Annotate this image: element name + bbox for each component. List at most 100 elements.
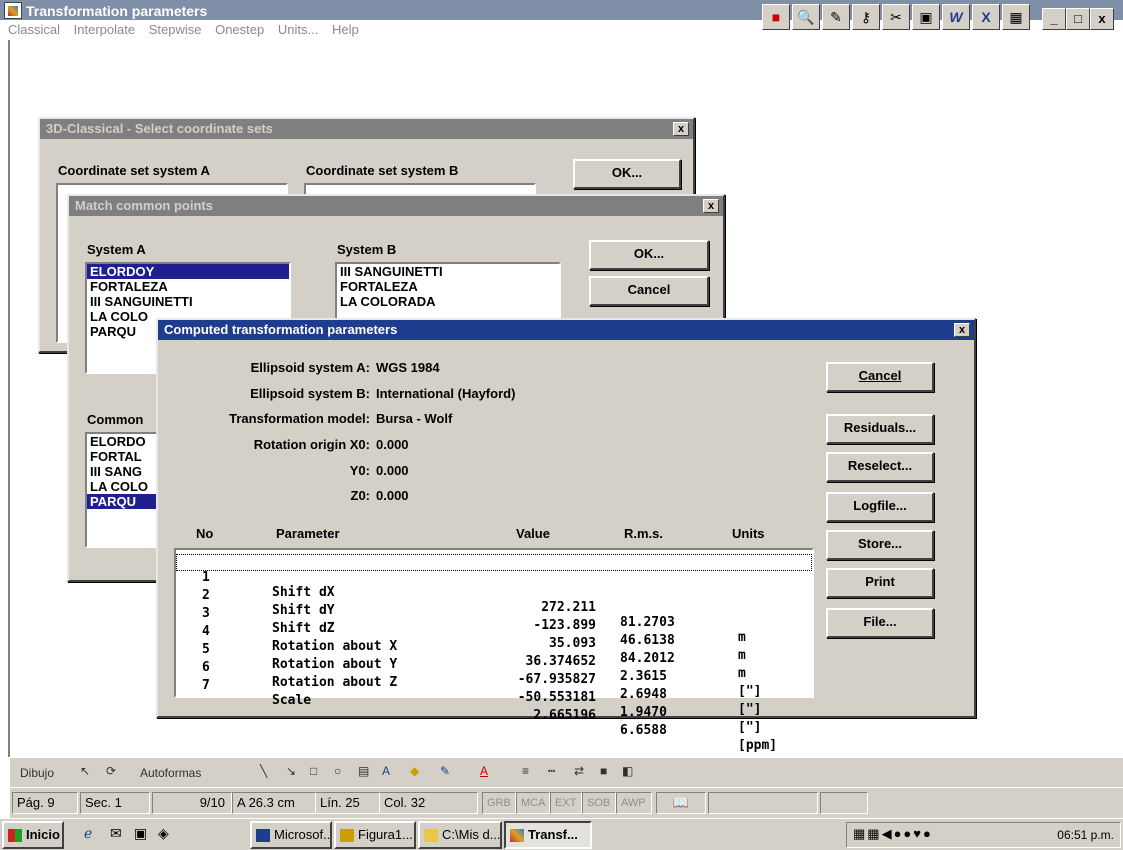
autoformas-menu[interactable]: Autoformas [140, 766, 201, 780]
origin-x0-label: Rotation origin X0: [253, 437, 370, 452]
line-style-icon[interactable]: ≡ [522, 764, 529, 778]
select-dialog-close-button[interactable]: x [673, 122, 689, 136]
menu-classical[interactable]: Classical [8, 22, 60, 37]
list-item[interactable]: FORTALEZA [337, 279, 559, 294]
computed-dialog-close-button[interactable]: x [954, 323, 970, 337]
cell-units: ["] [738, 702, 762, 717]
fill-color-icon[interactable]: ◆ [410, 764, 419, 778]
computed-cancel-button[interactable]: Cancel [826, 362, 934, 392]
select-dialog-ok-button[interactable]: OK... [573, 159, 681, 189]
select-dialog-title: 3D-Classical - Select coordinate sets [46, 121, 273, 136]
computed-dialog-titlebar[interactable]: Computed transformation parameters x [158, 320, 974, 340]
menu-help[interactable]: Help [332, 22, 359, 37]
ellipsoid-a-value: WGS 1984 [376, 360, 440, 375]
store-button[interactable]: Store... [826, 530, 934, 560]
3d-icon[interactable]: ◧ [622, 764, 633, 778]
list-item[interactable]: ELORDOY [87, 264, 289, 279]
font-color-icon[interactable]: A [480, 764, 488, 778]
select-dialog-titlebar[interactable]: 3D-Classical - Select coordinate sets x [40, 119, 693, 139]
list-item[interactable]: FORTALEZA [87, 279, 289, 294]
list-item[interactable]: LA COLORADA [337, 294, 559, 309]
status-flag-awp[interactable]: AWP [616, 792, 652, 814]
match-dialog-close-button[interactable]: x [703, 199, 719, 213]
table-row[interactable]: 4 Rotation about X 36.374652 2.3615 ["] [176, 609, 812, 699]
logfile-button[interactable]: Logfile... [826, 492, 934, 522]
dibujo-menu[interactable]: Dibujo [20, 766, 54, 780]
rotate-icon[interactable]: ⟳ [106, 764, 116, 778]
cell-no: 7 [202, 678, 210, 693]
cell-rms: 1.9470 [620, 705, 667, 720]
line-color-icon[interactable]: ✎ [440, 764, 450, 778]
status-pages: 9/10 [152, 792, 232, 814]
channel-icon[interactable]: ◈ [158, 825, 169, 842]
outlook-icon[interactable]: ✉ [110, 825, 122, 842]
match-dialog-ok-button[interactable]: OK... [589, 240, 709, 270]
table-row[interactable]: 1 Shift dX 272.211 81.2703 m [176, 555, 812, 645]
cell-units: ["] [738, 720, 762, 735]
list-item[interactable]: III SANGUINETTI [337, 264, 559, 279]
status-flag-ext[interactable]: EXT [550, 792, 582, 814]
arrow-style-icon[interactable]: ⇄ [574, 764, 584, 778]
status-flag-sob[interactable]: SOB [582, 792, 616, 814]
parameters-table[interactable]: 1 Shift dX 272.211 81.2703 m 2 Shift dY … [174, 548, 814, 753]
match-dialog-cancel-button[interactable]: Cancel [589, 276, 709, 306]
arrow-icon[interactable]: ↘ [286, 764, 296, 778]
app-title: Transformation parameters [26, 3, 208, 19]
system-tray: ▦▦◀●●♥● 06:51 p.m. [846, 822, 1121, 848]
clock: 06:51 p.m. [1057, 828, 1114, 842]
menu-units[interactable]: Units... [278, 22, 318, 37]
table-row[interactable]: 7 Scale 2.665196 6.6588 [ppm] [176, 663, 812, 753]
status-section: Sec. 1 [80, 792, 150, 814]
match-dialog-titlebar[interactable]: Match common points x [69, 196, 723, 216]
task-transformation[interactable]: Transf... [504, 821, 592, 849]
task-explorer[interactable]: C:\Mis d... [418, 821, 502, 849]
task-microsoft-word[interactable]: Microsof... [250, 821, 332, 849]
start-button[interactable]: Inicio [2, 821, 64, 849]
cell-param: Scale [272, 693, 312, 708]
computed-dialog-title: Computed transformation parameters [164, 322, 398, 337]
status-position: A 26.3 cm [232, 792, 316, 814]
ellipse-icon[interactable]: ○ [334, 764, 341, 778]
origin-z0-label: Z0: [350, 488, 371, 503]
rectangle-icon[interactable]: □ [310, 764, 317, 778]
ellipsoid-b-value: International (Hayford) [376, 386, 516, 401]
desktop-icon[interactable]: ▣ [134, 825, 147, 842]
menu-onestep[interactable]: Onestep [215, 22, 264, 37]
col-rms-header: R.m.s. [624, 526, 664, 541]
residuals-button[interactable]: Residuals... [826, 414, 934, 444]
select-arrow-icon[interactable]: ↖ [80, 764, 90, 778]
menu-stepwise[interactable]: Stepwise [149, 22, 202, 37]
model-label: Transformation model: [229, 411, 370, 426]
drawing-toolbar: Dibujo ↖ ⟳ Autoformas ╲ ↘ □ ○ ▤ A ◆ ✎ A … [10, 757, 1123, 787]
taskbar: Inicio ℯ ✉ ▣ ◈ Microsof... Figura1.... C… [0, 818, 1123, 850]
model-value: Bursa - Wolf [376, 411, 453, 426]
table-row[interactable]: 5 Rotation about Y -67.935827 2.6948 ["] [176, 627, 812, 717]
book-icon[interactable]: 📖 [656, 792, 706, 814]
match-dialog-title: Match common points [75, 198, 213, 213]
common-points-label: Common [87, 412, 144, 427]
reselect-button[interactable]: Reselect... [826, 452, 934, 482]
task-figura1[interactable]: Figura1.... [334, 821, 416, 849]
origin-x0-value: 0.000 [376, 437, 409, 452]
table-row[interactable]: 3 Shift dZ 35.093 84.2012 m [176, 591, 812, 681]
dash-style-icon[interactable]: ┅ [548, 764, 555, 778]
system-b-list[interactable]: III SANGUINETTI FORTALEZA LA COLORADA [335, 262, 561, 322]
tray-icons[interactable]: ▦▦◀●●♥● [853, 826, 933, 842]
list-item[interactable]: III SANGUINETTI [87, 294, 289, 309]
textbox-icon[interactable]: ▤ [358, 764, 369, 778]
origin-z0-value: 0.000 [376, 488, 409, 503]
table-row[interactable]: 2 Shift dY -123.899 46.6138 m [176, 573, 812, 663]
line-icon[interactable]: ╲ [260, 764, 267, 778]
print-button[interactable]: Print [826, 568, 934, 598]
coordinate-set-b-label: Coordinate set system B [306, 163, 459, 178]
status-flag-mca[interactable]: MCA [516, 792, 550, 814]
menu-interpolate[interactable]: Interpolate [74, 22, 135, 37]
table-row[interactable]: 6 Rotation about Z -50.553181 1.9470 ["] [176, 645, 812, 735]
shadow-icon[interactable]: ■ [600, 764, 607, 778]
file-button[interactable]: File... [826, 608, 934, 638]
ie-icon[interactable]: ℯ [84, 825, 92, 842]
status-page: Pág. 9 [12, 792, 78, 814]
status-flag-grb[interactable]: GRB [482, 792, 516, 814]
cell-value: 2.665196 [533, 708, 596, 723]
wordart-icon[interactable]: A [382, 764, 390, 778]
